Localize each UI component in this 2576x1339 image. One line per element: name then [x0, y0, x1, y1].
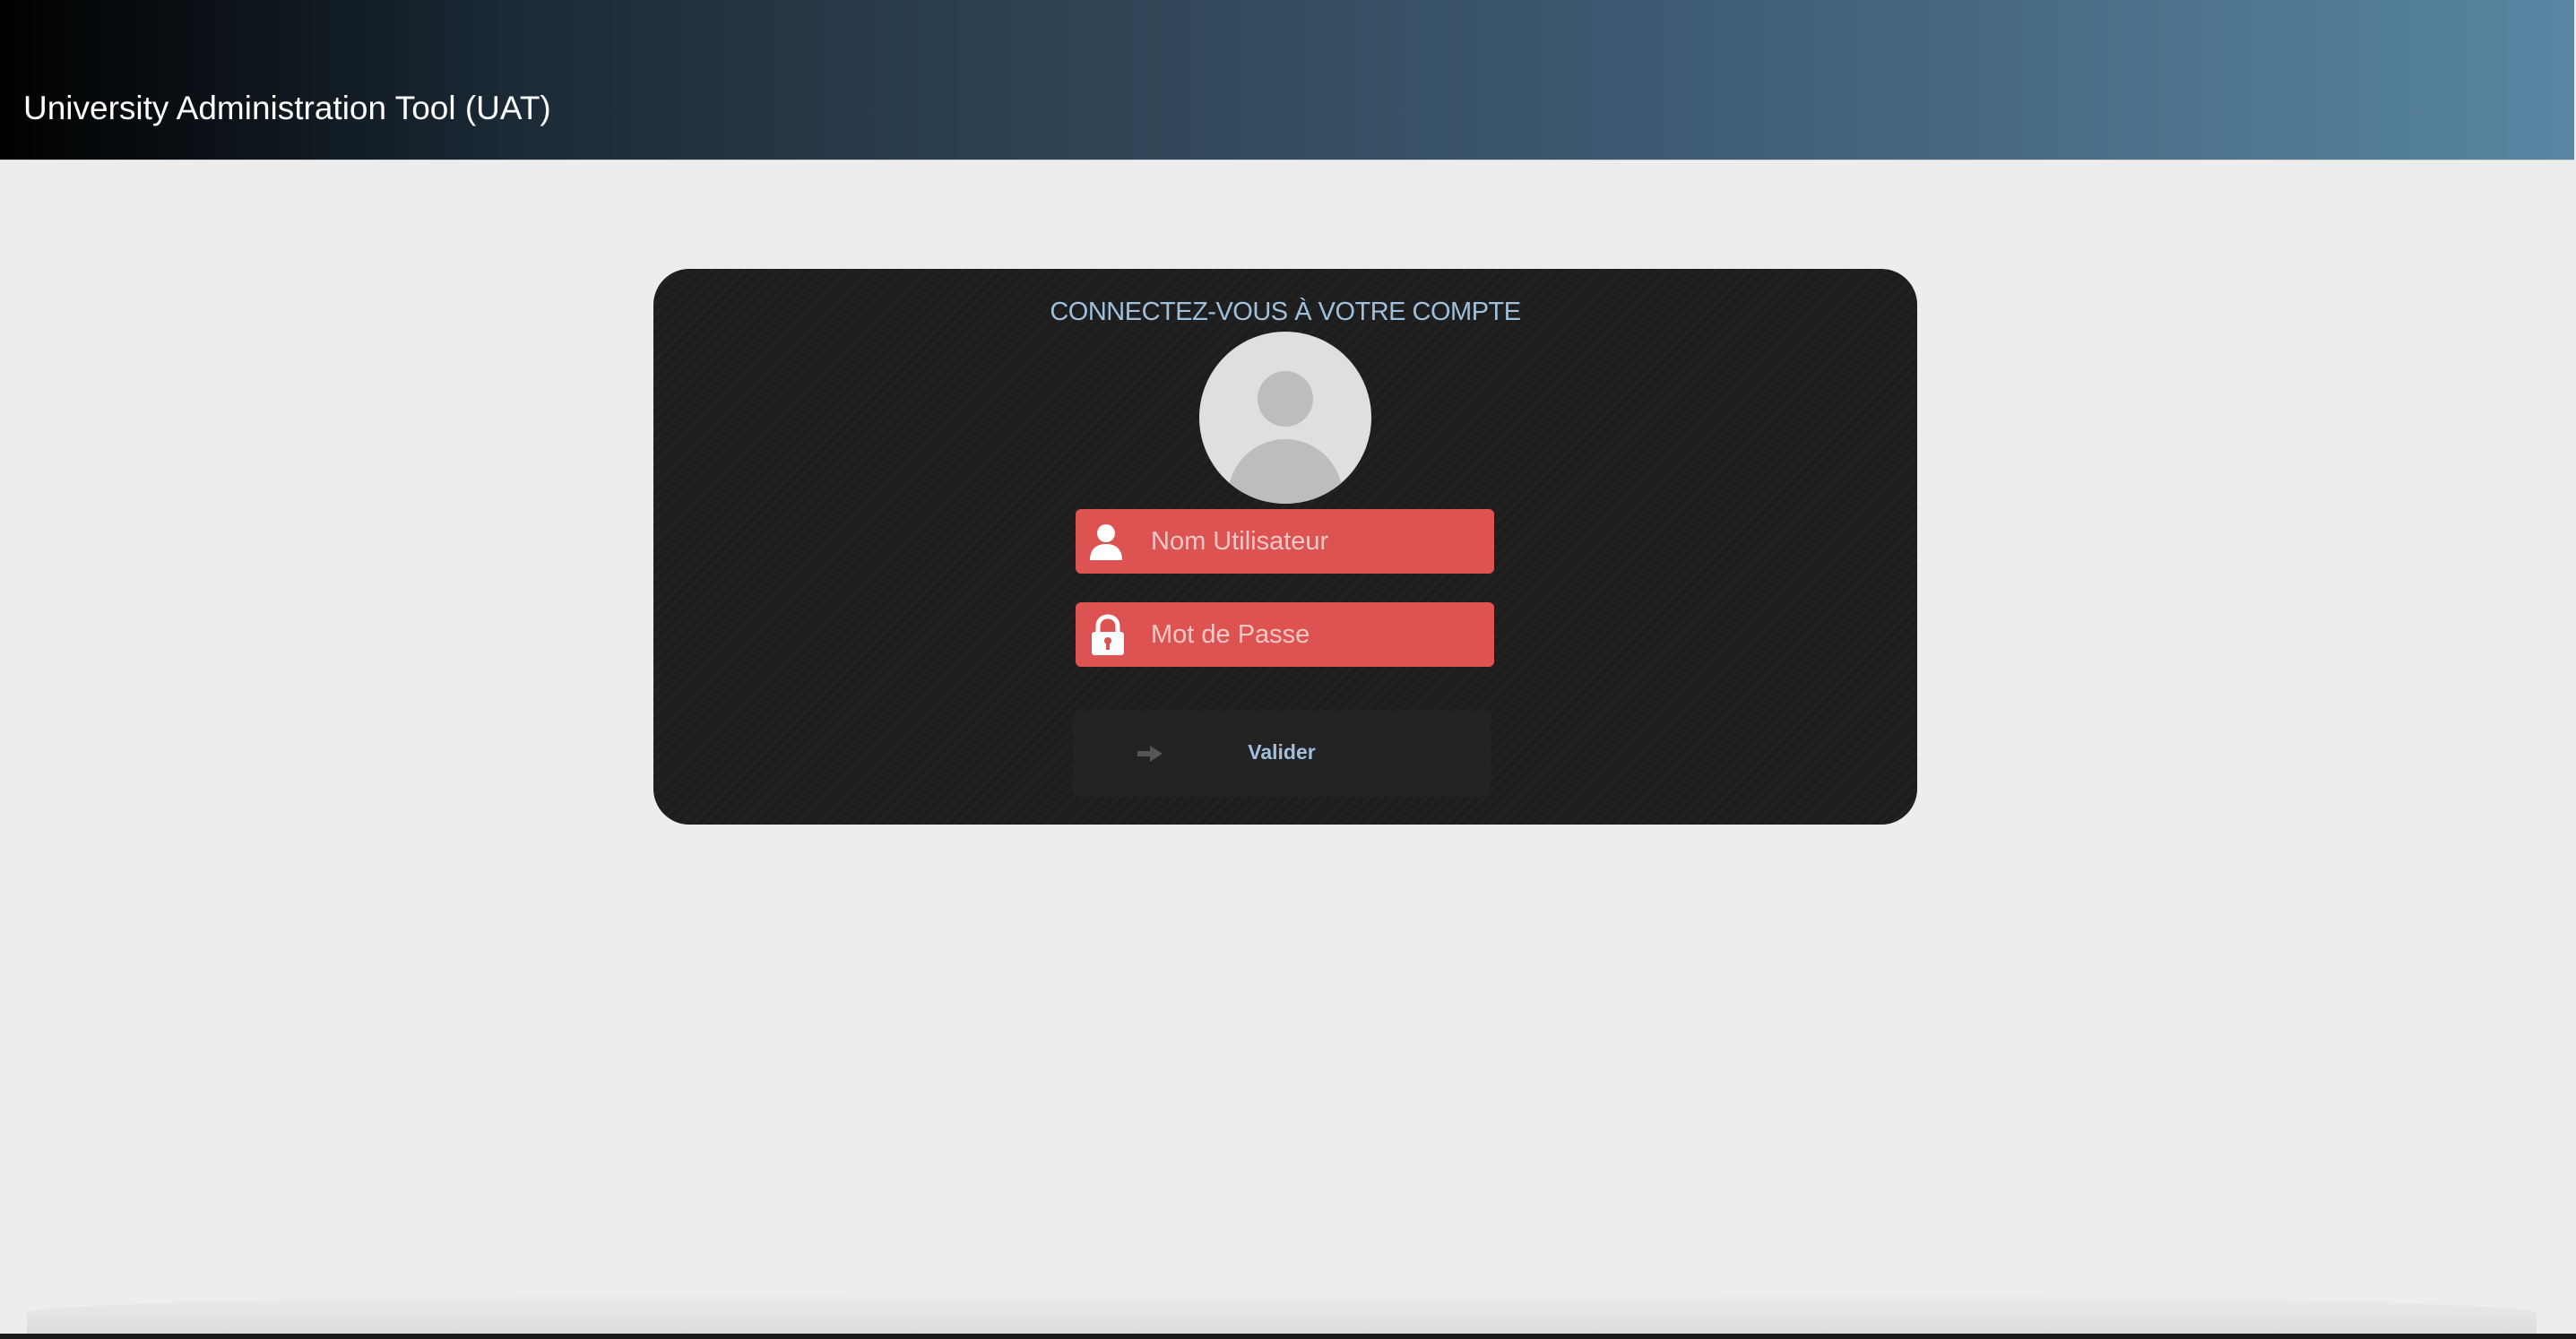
app-header: University Administration Tool (UAT) [0, 0, 2574, 160]
lock-icon [1092, 614, 1124, 655]
username-field-wrapper [1076, 509, 1494, 574]
submit-button[interactable]: Valider [1073, 711, 1491, 797]
avatar-head [1258, 371, 1313, 427]
login-form: CONNECTEZ-VOUS À VOTRE COMPTE Valider [653, 269, 1917, 825]
password-input[interactable] [1151, 602, 1482, 667]
login-title: CONNECTEZ-VOUS À VOTRE COMPTE [1050, 298, 1521, 326]
submit-button-label: Valider [1248, 740, 1316, 764]
footer-edge [0, 1334, 2576, 1339]
app-title: University Administration Tool (UAT) [23, 90, 551, 126]
username-input[interactable] [1151, 509, 1482, 574]
user-icon [1090, 524, 1122, 560]
avatar-body [1228, 439, 1343, 504]
footer-shadow [27, 1291, 2537, 1335]
user-avatar-icon [1199, 332, 1371, 504]
password-field-wrapper [1076, 602, 1494, 667]
